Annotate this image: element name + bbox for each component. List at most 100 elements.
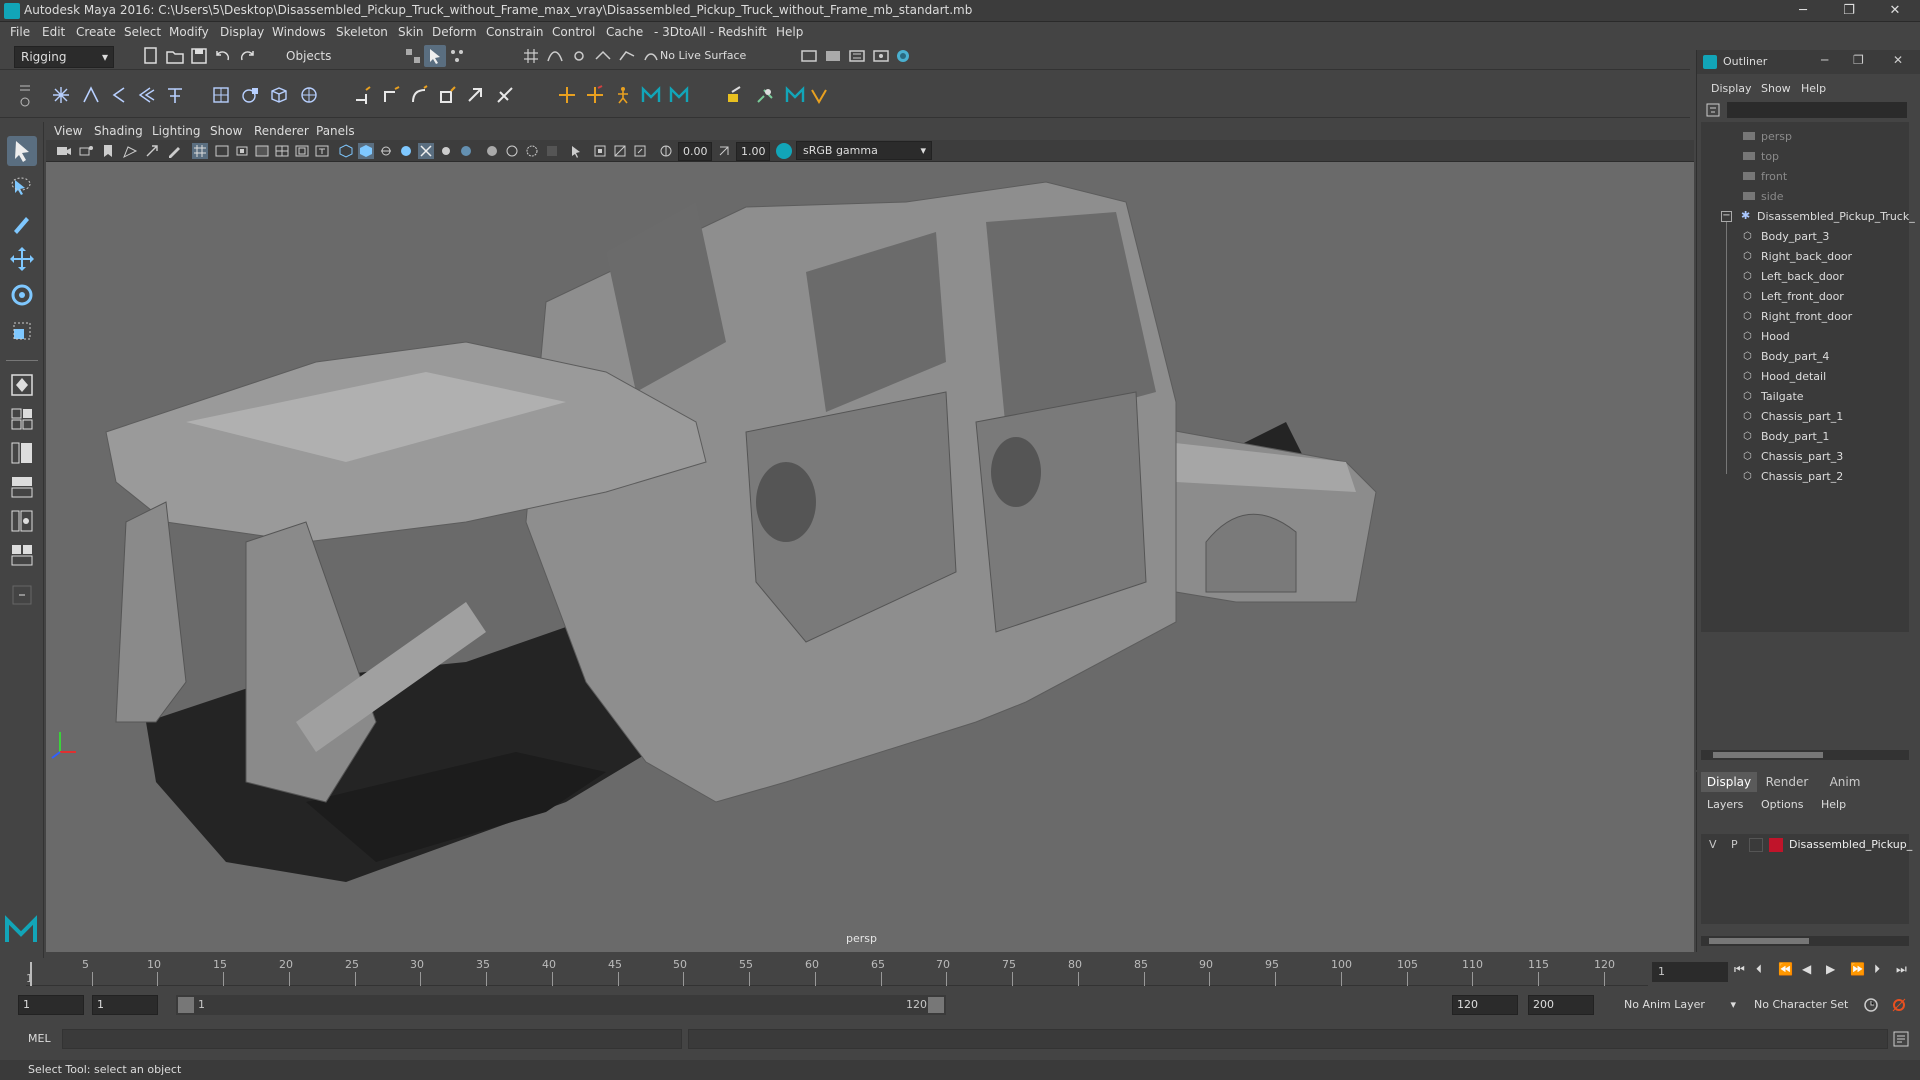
layer-horizontal-scrollbar[interactable] (1701, 936, 1909, 946)
layers-menu-options[interactable]: Options (1761, 798, 1803, 811)
safe-title-icon[interactable] (314, 143, 330, 159)
menu-modify[interactable]: Modify (169, 25, 209, 39)
open-scene-icon[interactable] (164, 45, 186, 67)
paint-weights-icon[interactable] (240, 84, 262, 106)
time-ruler[interactable]: 1 51015202530354045505560657075808590951… (26, 958, 1648, 986)
animation-start-field[interactable]: 1 (18, 995, 84, 1015)
play-forwards-icon[interactable]: ▶ (1826, 962, 1835, 976)
menu-constrain[interactable]: Constrain (486, 25, 544, 39)
gamma-field[interactable]: 1.00 (736, 142, 770, 161)
smooth-shade-icon[interactable] (358, 143, 374, 159)
perspective-viewport[interactable]: persp (46, 162, 1694, 952)
anim-layer-dropdown[interactable]: No Anim Layer ▾ (1620, 995, 1738, 1015)
select-hierarchy-icon[interactable] (402, 45, 424, 67)
2d-pan-zoom-icon[interactable] (144, 143, 160, 159)
shelf-options-icon[interactable] (18, 80, 32, 110)
select-component-icon[interactable] (446, 45, 468, 67)
tree-item-side[interactable]: side (1701, 188, 1920, 208)
play-backwards-icon[interactable]: ◀ (1802, 962, 1811, 976)
maya-tool-icon-3[interactable] (784, 84, 806, 106)
sculpt-icon[interactable] (808, 84, 830, 106)
anim-preferences-icon[interactable] (1890, 996, 1908, 1014)
auto-key-icon[interactable] (1862, 996, 1880, 1014)
tab-render[interactable]: Render (1759, 772, 1815, 792)
grease-pencil-icon[interactable] (166, 143, 182, 159)
tree-item-front[interactable]: front (1701, 168, 1920, 188)
persp-outliner-layout-icon[interactable] (7, 438, 37, 468)
hypershade-layout-icon[interactable] (7, 506, 37, 536)
menu-skeleton[interactable]: Skeleton (336, 25, 388, 39)
outliner-search-input[interactable] (1727, 102, 1907, 118)
make-live-icon[interactable] (640, 45, 662, 67)
go-to-end-icon[interactable]: ⏭ (1896, 962, 1907, 977)
rotate-tool-icon[interactable] (7, 280, 37, 310)
isolate-select-icon[interactable] (568, 143, 584, 159)
hik-icon[interactable] (612, 84, 634, 106)
layer-visibility-toggle[interactable]: V (1709, 838, 1717, 851)
live-surface-label[interactable]: No Live Surface (660, 49, 746, 62)
single-perspective-layout-icon[interactable] (7, 370, 37, 400)
select-camera-icon[interactable] (56, 143, 72, 159)
tree-item-child[interactable]: ⬡ Chassis_part_3 (1701, 448, 1920, 468)
constraint-aim-icon[interactable] (380, 84, 402, 106)
tree-item-child[interactable]: ⬡ Hood_detail (1701, 368, 1920, 388)
outliner-filter-icon[interactable] (1705, 102, 1721, 118)
panel-menu-shading[interactable]: Shading (94, 124, 143, 138)
constraint-orient-icon[interactable] (408, 84, 430, 106)
xray-joints-icon[interactable] (592, 143, 608, 159)
paint-select-tool-icon[interactable] (7, 208, 37, 238)
layer-name[interactable]: Disassembled_Pickup_ (1789, 838, 1912, 851)
layers-menu-layers[interactable]: Layers (1707, 798, 1743, 811)
cluster-icon[interactable] (298, 84, 320, 106)
panel-menu-lighting[interactable]: Lighting (152, 124, 201, 138)
range-end-handle[interactable] (928, 997, 944, 1013)
tree-item-child[interactable]: ⬡ Hood (1701, 328, 1920, 348)
menu-edit[interactable]: Edit (42, 25, 65, 39)
constraint-parent-icon[interactable] (464, 84, 486, 106)
tree-item-top[interactable]: top (1701, 148, 1920, 168)
blend-shape-icon[interactable] (724, 84, 746, 106)
tree-item-child[interactable]: ⬡ Body_part_3 (1701, 228, 1920, 248)
mirror-joint-icon[interactable] (136, 84, 158, 106)
ik-spline-icon[interactable] (108, 84, 130, 106)
orient-joint-icon[interactable] (164, 84, 186, 106)
render-view-icon[interactable] (798, 45, 820, 67)
maya-tool-icon-1[interactable] (640, 84, 662, 106)
range-start-handle[interactable] (178, 997, 194, 1013)
safe-action-icon[interactable] (294, 143, 310, 159)
menu-display[interactable]: Display (220, 25, 264, 39)
redo-icon[interactable] (236, 45, 258, 67)
script-editor-icon[interactable] (1892, 1030, 1910, 1048)
outliner-maximize-button[interactable]: ❐ (1853, 53, 1864, 67)
tree-item-child[interactable]: ⬡ Chassis_part_1 (1701, 408, 1920, 428)
tree-item-child[interactable]: ⬡ Body_part_1 (1701, 428, 1920, 448)
time-slider[interactable]: 1 5 10 15 20 25 30 35 40 45 50 55 60 65 70 75 80 85 90 95 1… (0, 958, 1920, 986)
save-scene-icon[interactable] (188, 45, 210, 67)
image-plane-icon[interactable] (122, 143, 138, 159)
bind-skin-icon[interactable] (210, 84, 232, 106)
tree-item-child[interactable]: ⬡ Left_front_door (1701, 288, 1920, 308)
locator-icon[interactable] (556, 84, 578, 106)
go-to-start-icon[interactable]: ⏮ (1734, 962, 1745, 977)
uv-snapshot-icon[interactable] (632, 143, 648, 159)
constraint-point-icon[interactable] (352, 84, 374, 106)
snap-surface-icon[interactable] (616, 45, 638, 67)
ipr-render-icon[interactable] (846, 45, 868, 67)
scale-tool-icon[interactable] (7, 316, 37, 346)
menu-3dtoall[interactable]: - 3DtoAll - (654, 25, 714, 39)
multisample-aa-icon[interactable] (504, 143, 520, 159)
step-back-key-icon[interactable]: ⏪ (1778, 962, 1793, 976)
step-forward-icon[interactable]: ⏵ (1874, 962, 1880, 977)
scrollbar-thumb[interactable] (1713, 752, 1823, 758)
bookmark-icon[interactable] (100, 143, 116, 159)
constraint-scale-icon[interactable] (436, 84, 458, 106)
layer-color-swatch[interactable] (1769, 838, 1783, 852)
menu-redshift[interactable]: Redshift (718, 25, 767, 39)
xray-icon[interactable] (544, 143, 560, 159)
outliner-menu-display[interactable]: Display (1711, 82, 1752, 95)
character-set-dropdown[interactable]: No Character Set (1750, 995, 1870, 1015)
layer-type-toggle[interactable] (1749, 838, 1763, 852)
new-scene-icon[interactable] (140, 45, 162, 67)
screen-space-ao-icon[interactable] (458, 143, 474, 159)
locator-joint-icon[interactable] (584, 84, 606, 106)
